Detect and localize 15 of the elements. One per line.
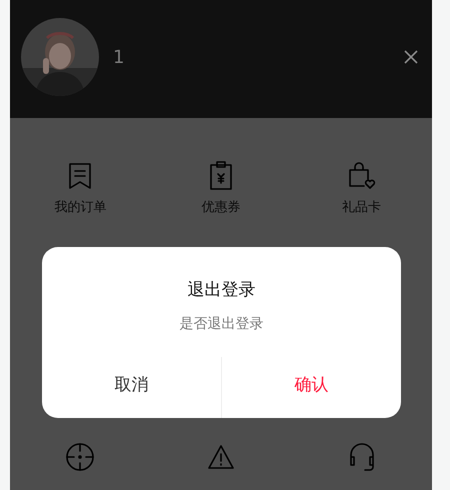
- clipboard-icon: [208, 160, 233, 190]
- menu-item[interactable]: 优惠券: [150, 160, 292, 218]
- shopping-bag-icon: [348, 162, 376, 190]
- warning-icon[interactable]: [206, 444, 235, 470]
- bookmark-icon: [68, 162, 92, 190]
- close-icon[interactable]: [404, 50, 418, 64]
- dialog-message: 是否退出登录: [178, 314, 264, 334]
- headset-icon[interactable]: [348, 442, 376, 472]
- menu-item[interactable]: 礼品卡: [291, 160, 432, 218]
- cancel-button[interactable]: 取消: [42, 356, 221, 418]
- crosshair-icon[interactable]: [65, 442, 96, 472]
- dialog-title: 退出登录: [186, 279, 256, 302]
- confirm-button[interactable]: 确认: [221, 356, 401, 418]
- menu-item[interactable]: 我的订单: [10, 160, 151, 218]
- username: 1: [113, 46, 124, 70]
